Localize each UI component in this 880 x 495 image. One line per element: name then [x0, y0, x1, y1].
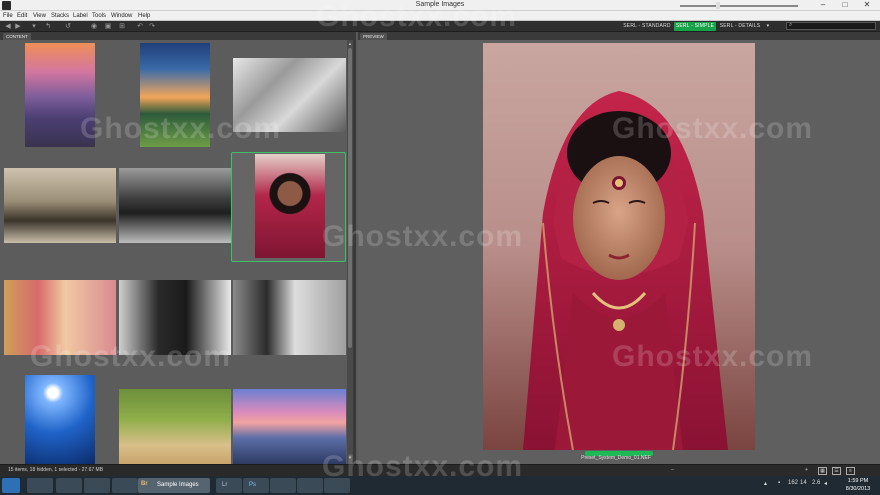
status-summary: 15 items, 18 hidden, 1 selected - 27.67 … [8, 467, 104, 473]
search-input[interactable]: ⌕ [786, 22, 876, 30]
menu-bar: File Edit View Stacks Label Tools Window… [0, 11, 880, 21]
tray-value-3: 2.6 [812, 480, 821, 486]
taskbar-bridge-window[interactable]: Br Sample Images [138, 478, 210, 493]
thumbnail-balloon-couple[interactable] [119, 389, 231, 464]
zoom-slider-track[interactable] [680, 5, 798, 7]
maximize-button[interactable]: □ [834, 0, 856, 10]
tray-value-2: 14 [800, 480, 807, 486]
workspace-more-icon[interactable]: ▾ [764, 22, 772, 31]
tab-content[interactable]: CONTENT [3, 33, 31, 40]
scroll-thumb[interactable] [348, 48, 352, 348]
bridge-window: Sample Images – □ ✕ File Edit View Stack… [0, 0, 880, 495]
forward-icon[interactable]: ▶ [14, 22, 22, 31]
thumbnail-groom-portrait[interactable] [119, 280, 231, 355]
toolbar: ◀ ▶ ▾ ↰ ↺ ◉ ▣ ⊞ ↶ ↷ SERL - STANDARD SERL… [0, 21, 880, 32]
preview-image[interactable] [483, 43, 755, 450]
taskbar-photos-icon[interactable] [84, 478, 110, 493]
taskbar-paint-icon[interactable] [112, 478, 138, 493]
open-recent-icon[interactable]: ⊞ [118, 22, 126, 31]
rotate-right-icon[interactable]: ↷ [148, 22, 156, 31]
start-icon[interactable] [2, 478, 20, 493]
content-scrollbar[interactable]: ▴ ▾ [347, 40, 353, 464]
taskbar-explorer-icon[interactable] [27, 478, 53, 493]
bridge-app-icon: Br [141, 481, 148, 487]
menu-tools[interactable]: Tools [92, 11, 106, 21]
clock-date: 8/30/2013 [845, 486, 871, 492]
preview-bride-illustration [483, 43, 755, 450]
details-view-icon[interactable]: ☰ [832, 467, 841, 475]
menu-view[interactable]: View [33, 11, 46, 21]
back-icon[interactable]: ◀ [4, 22, 12, 31]
thumbnail-snowy-cliff[interactable] [233, 58, 346, 132]
taskbar-lightroom-icon[interactable]: Lr [216, 478, 242, 493]
search-icon: ⌕ [789, 22, 793, 28]
thumbnail-couple-bw[interactable] [233, 280, 346, 355]
scroll-up-icon[interactable]: ▴ [347, 41, 353, 47]
grid-view-icon[interactable]: ▦ [818, 467, 827, 475]
thumbnail-sunset-clouds[interactable] [140, 43, 210, 147]
zoom-in-icon[interactable]: + [802, 467, 811, 475]
thumbnail-lavender-field[interactable] [25, 43, 95, 147]
tray-expand-icon[interactable]: ▴ [764, 480, 767, 487]
taskbar-media-icon[interactable] [56, 478, 82, 493]
workspace-simple[interactable]: SERL - SIMPLE [674, 22, 716, 31]
thumbnail-bride-selected[interactable] [255, 154, 325, 258]
preview-tabstrip: PREVIEW [358, 32, 880, 40]
workspace-details[interactable]: SERL - DETAILS [718, 22, 762, 31]
clock-time: 1:59 PM [847, 478, 869, 484]
taskbar-clock[interactable]: 1:59 PM 8/30/2013 [838, 477, 878, 493]
status-bar: 15 items, 18 hidden, 1 selected - 27.67 … [0, 464, 880, 476]
tray-app-icon[interactable]: ▪ [778, 480, 780, 486]
scroll-down-icon[interactable]: ▾ [347, 455, 353, 461]
menu-window[interactable]: Window [111, 11, 132, 21]
thumbnail-blue-sky[interactable] [25, 375, 95, 464]
minimize-button[interactable]: – [812, 0, 834, 10]
volume-icon[interactable]: ◂ [824, 480, 827, 487]
taskbar-firefox-icon[interactable] [297, 478, 323, 493]
workspace-standard[interactable]: SERL - STANDARD [622, 22, 672, 31]
zoom-slider-thumb[interactable] [715, 2, 720, 9]
menu-stacks[interactable]: Stacks [51, 11, 69, 21]
refine-icon[interactable]: ▣ [104, 22, 112, 31]
rotate-left-icon[interactable]: ↶ [136, 22, 144, 31]
taskbar-photoshop-icon[interactable]: Ps [243, 478, 269, 493]
up-folder-icon[interactable]: ↰ [44, 22, 52, 31]
list-view-icon[interactable]: ≡ [846, 467, 855, 475]
thumbnail-vintage-wedding[interactable] [4, 168, 116, 243]
preview-filename: Preset_System_Demo_01.NEF [581, 455, 651, 461]
close-button[interactable]: ✕ [856, 0, 878, 10]
taskbar-folder-icon[interactable] [324, 478, 350, 493]
menu-file[interactable]: File [3, 11, 13, 21]
menu-help[interactable]: Help [138, 11, 150, 21]
menu-label[interactable]: Label [73, 11, 88, 21]
history-icon[interactable]: ▾ [30, 22, 38, 31]
reveal-icon[interactable]: ↺ [64, 22, 72, 31]
content-tabstrip: CONTENT [0, 32, 356, 40]
menu-edit[interactable]: Edit [17, 11, 27, 21]
thumbnail-mountain-dusk[interactable] [233, 389, 346, 464]
thumbnail-ceremony[interactable] [4, 280, 116, 355]
camera-icon[interactable]: ◉ [90, 22, 98, 31]
thumbnail-bw-landscape[interactable] [119, 168, 231, 243]
taskbar-chrome-icon[interactable] [270, 478, 296, 493]
bridge-window-label: Sample Images [157, 482, 199, 488]
taskbar: Br Sample Images Lr Ps ▴ ▪ 162 14 2.6 ◂ … [0, 476, 880, 495]
tab-preview[interactable]: PREVIEW [360, 33, 387, 40]
zoom-out-icon[interactable]: – [668, 467, 677, 475]
tray-value-1: 162 [788, 480, 799, 486]
